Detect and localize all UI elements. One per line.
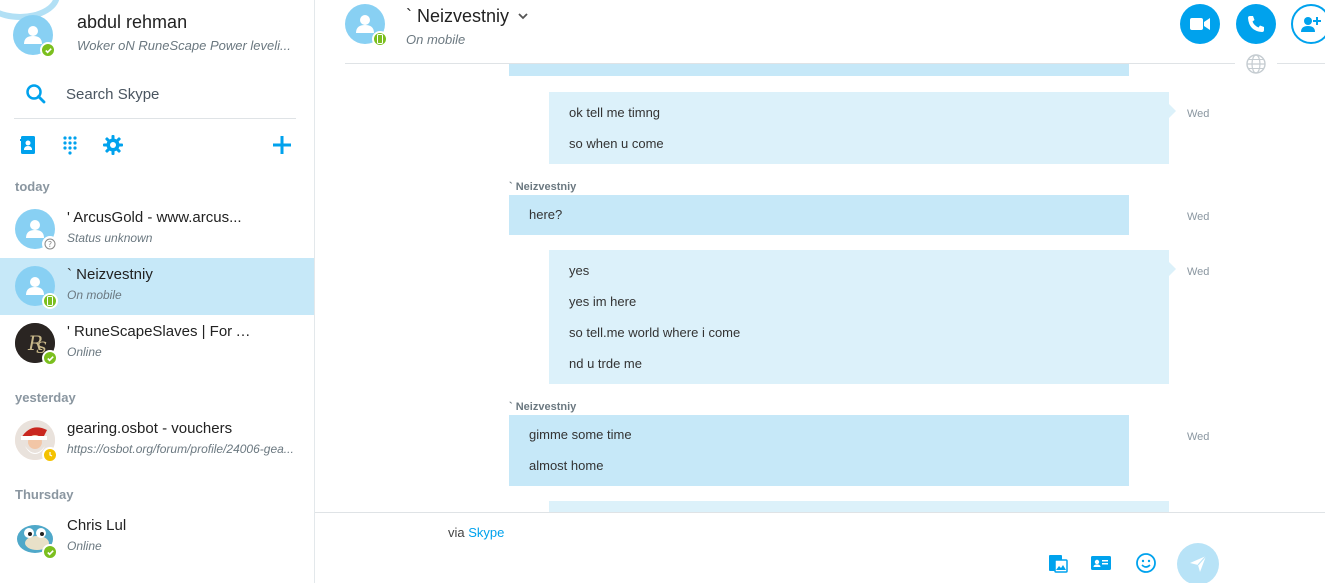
status-unknown-icon: ?	[42, 236, 58, 252]
profile-name[interactable]: abdul rehman	[77, 12, 187, 33]
contacts-book-icon[interactable]	[16, 133, 40, 157]
contact-status: Online	[67, 345, 102, 359]
message-sender: ` Neizvestniy	[509, 401, 577, 413]
contact-item-gearing-osbot[interactable]: gearing.osbot - vouchers https://osbot.o…	[0, 412, 314, 469]
message-text: yes im here	[569, 294, 637, 309]
bubble-tail	[1169, 262, 1176, 276]
mobile-status-icon	[42, 293, 58, 309]
sidebar: abdul rehman Woker oN RuneScape Power le…	[0, 0, 315, 583]
skype-window: abdul rehman Woker oN RuneScape Power le…	[0, 0, 1325, 583]
sidebar-toolbar	[0, 130, 314, 160]
message-bubble-partial	[549, 501, 1169, 512]
contact-name: ` Neizvestniy	[67, 266, 153, 283]
via-skype-label: via Skype	[448, 525, 504, 540]
message-timestamp: Wed	[1187, 431, 1210, 443]
contact-item-chris-lul[interactable]: Chris Lul Online	[0, 509, 314, 566]
avatar: R S	[15, 323, 58, 366]
avatar	[15, 266, 58, 309]
message-list[interactable]: ok tell me timng so when u come Wed ` Ne…	[315, 64, 1325, 512]
message-bubble-partial	[509, 64, 1129, 76]
message-sender: ` Neizvestniy	[509, 181, 577, 193]
search-input[interactable]	[66, 82, 286, 106]
message-text: almost home	[529, 458, 604, 473]
section-label-today: today	[15, 179, 50, 194]
conversation-header: ` Neizvestniy On mobile	[315, 0, 1325, 64]
bubble-tail	[1169, 104, 1176, 118]
phone-icon	[1248, 16, 1264, 32]
profile-mood[interactable]: Woker oN RuneScape Power leveli...	[77, 38, 292, 53]
search-bar[interactable]	[14, 72, 296, 119]
online-status-icon	[40, 42, 56, 58]
message-composer[interactable]: via Skype	[315, 512, 1325, 583]
message-bubble-incoming[interactable]: gimme some time almost home	[509, 415, 1129, 486]
section-label-thursday: Thursday	[15, 487, 74, 502]
message-text: so when u come	[569, 136, 664, 151]
svg-text:?: ?	[48, 240, 52, 249]
contact-item-arcusgold[interactable]: ? ' ArcusGold - www.arcus... Status unkn…	[0, 201, 314, 258]
send-contact-icon[interactable]	[1089, 551, 1113, 575]
video-call-button[interactable]	[1180, 4, 1220, 44]
section-label-yesterday: yesterday	[15, 390, 76, 405]
add-icon[interactable]	[270, 133, 294, 157]
message-timestamp: Wed	[1187, 266, 1210, 278]
gear-icon[interactable]	[101, 133, 125, 157]
message-text: gimme some time	[529, 427, 632, 442]
online-status-icon	[42, 544, 58, 560]
message-timestamp: Wed	[1187, 211, 1210, 223]
message-text: yes	[569, 263, 590, 278]
conversation-avatar[interactable]	[345, 4, 388, 47]
conversation-pane: ` Neizvestniy On mobile ok tell me timng…	[315, 0, 1325, 583]
emoticon-icon[interactable]	[1134, 551, 1158, 575]
message-bubble-incoming[interactable]: here?	[509, 195, 1129, 235]
contact-name: gearing.osbot - vouchers	[67, 420, 233, 437]
message-bubble-outgoing[interactable]: ok tell me timng so when u come	[549, 92, 1169, 164]
add-participant-button[interactable]	[1291, 4, 1325, 44]
message-timestamp: Wed	[1187, 108, 1210, 120]
profile-header[interactable]: abdul rehman Woker oN RuneScape Power le…	[0, 0, 314, 64]
globe-icon[interactable]	[1245, 53, 1267, 75]
send-image-icon[interactable]	[1046, 551, 1070, 575]
message-text: here?	[529, 207, 563, 222]
contact-name: ' ArcusGold - www.arcus...	[67, 209, 242, 226]
contact-name: ' RuneScapeSlaves | For A...	[67, 323, 252, 340]
chevron-down-icon[interactable]	[517, 11, 529, 21]
message-text: so tell.me world where i come	[569, 325, 741, 340]
mobile-status-icon	[372, 31, 388, 47]
avatar	[15, 420, 58, 463]
search-icon	[26, 84, 46, 104]
dialpad-icon[interactable]	[58, 133, 82, 157]
message-text: ok tell me timng	[569, 105, 661, 120]
contact-status: Status unknown	[67, 231, 153, 245]
send-icon	[1190, 555, 1207, 572]
contact-item-runescapeslaves[interactable]: R S ' RuneScapeSlaves | For A... Online	[0, 315, 314, 372]
via-prefix: via	[448, 525, 465, 540]
away-status-icon	[42, 447, 58, 463]
add-person-icon	[1301, 17, 1321, 32]
conversation-title[interactable]: ` Neizvestniy	[406, 6, 509, 27]
contact-name: Chris Lul	[67, 517, 127, 534]
message-bubble-outgoing[interactable]: yes yes im here so tell.me world where i…	[549, 250, 1169, 384]
avatar: ?	[15, 209, 58, 252]
skype-link[interactable]: Skype	[468, 525, 504, 540]
online-status-icon	[42, 350, 58, 366]
conversation-status: On mobile	[406, 32, 466, 47]
send-button[interactable]	[1177, 543, 1219, 583]
contact-status: https://osbot.org/forum/profile/24006-ge…	[67, 442, 294, 456]
contact-item-neizvestniy[interactable]: ` Neizvestniy On mobile	[0, 258, 314, 315]
avatar	[15, 517, 58, 560]
audio-call-button[interactable]	[1236, 4, 1276, 44]
message-text: nd u trde me	[569, 356, 642, 371]
contact-status: On mobile	[67, 288, 122, 302]
contact-status: Online	[67, 539, 102, 553]
profile-avatar[interactable]	[13, 15, 56, 58]
video-camera-icon	[1190, 18, 1210, 30]
